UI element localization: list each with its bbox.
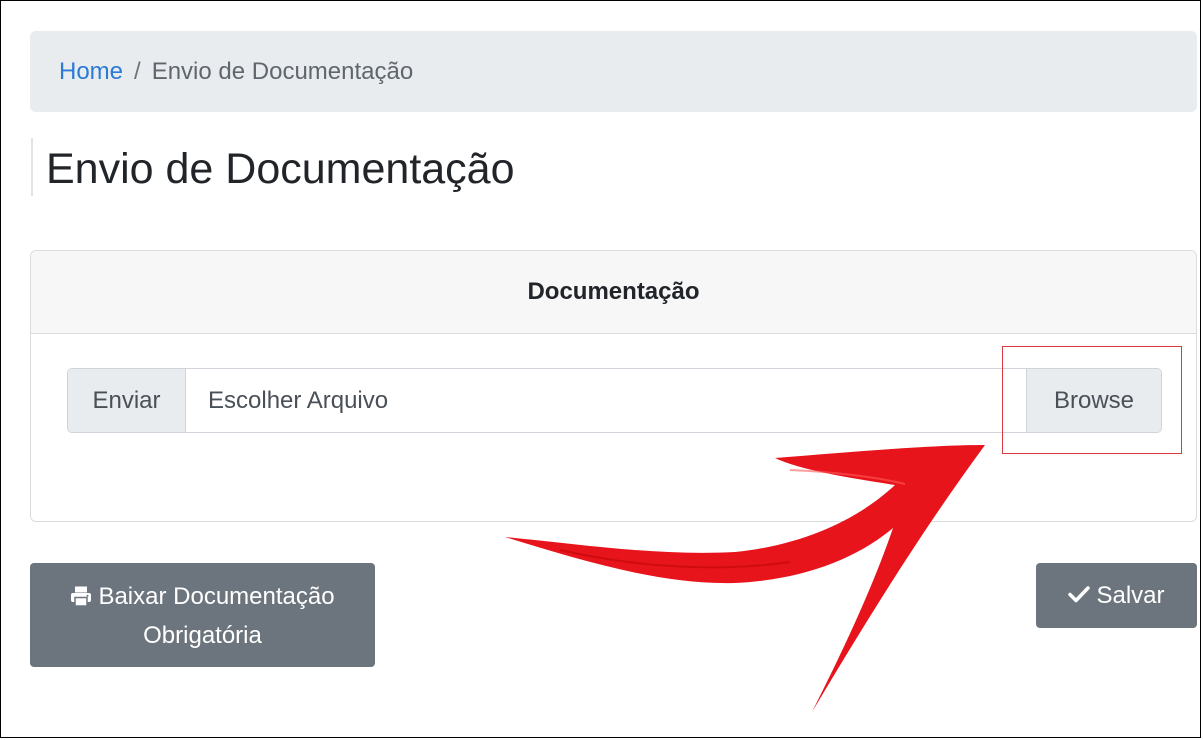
breadcrumb-separator: /: [134, 57, 141, 85]
breadcrumb-current: Envio de Documentação: [151, 57, 414, 85]
download-documentation-button[interactable]: Baixar Documentação Obrigatória: [30, 563, 375, 667]
highlight-box: [1002, 346, 1182, 454]
breadcrumb-home-link[interactable]: Home: [59, 58, 123, 86]
save-button-label: Salvar: [1096, 581, 1165, 609]
save-button[interactable]: Salvar: [1036, 563, 1197, 628]
file-upload-prefix-label: Enviar: [68, 369, 186, 432]
page-title: Envio de Documentação: [46, 145, 515, 193]
check-icon: [1068, 582, 1091, 610]
breadcrumb: Home / Envio de Documentação: [30, 31, 1197, 112]
card-header: Documentação: [31, 251, 1196, 334]
file-upload-group: Enviar Escolher Arquivo Browse: [67, 368, 1162, 433]
printer-icon: [70, 582, 92, 618]
title-divider: [31, 138, 33, 196]
download-button-label-line1: Baixar Documentação: [98, 583, 335, 610]
file-upload-input[interactable]: Escolher Arquivo: [186, 369, 1026, 432]
download-button-label-line2: Obrigatória: [143, 622, 262, 649]
